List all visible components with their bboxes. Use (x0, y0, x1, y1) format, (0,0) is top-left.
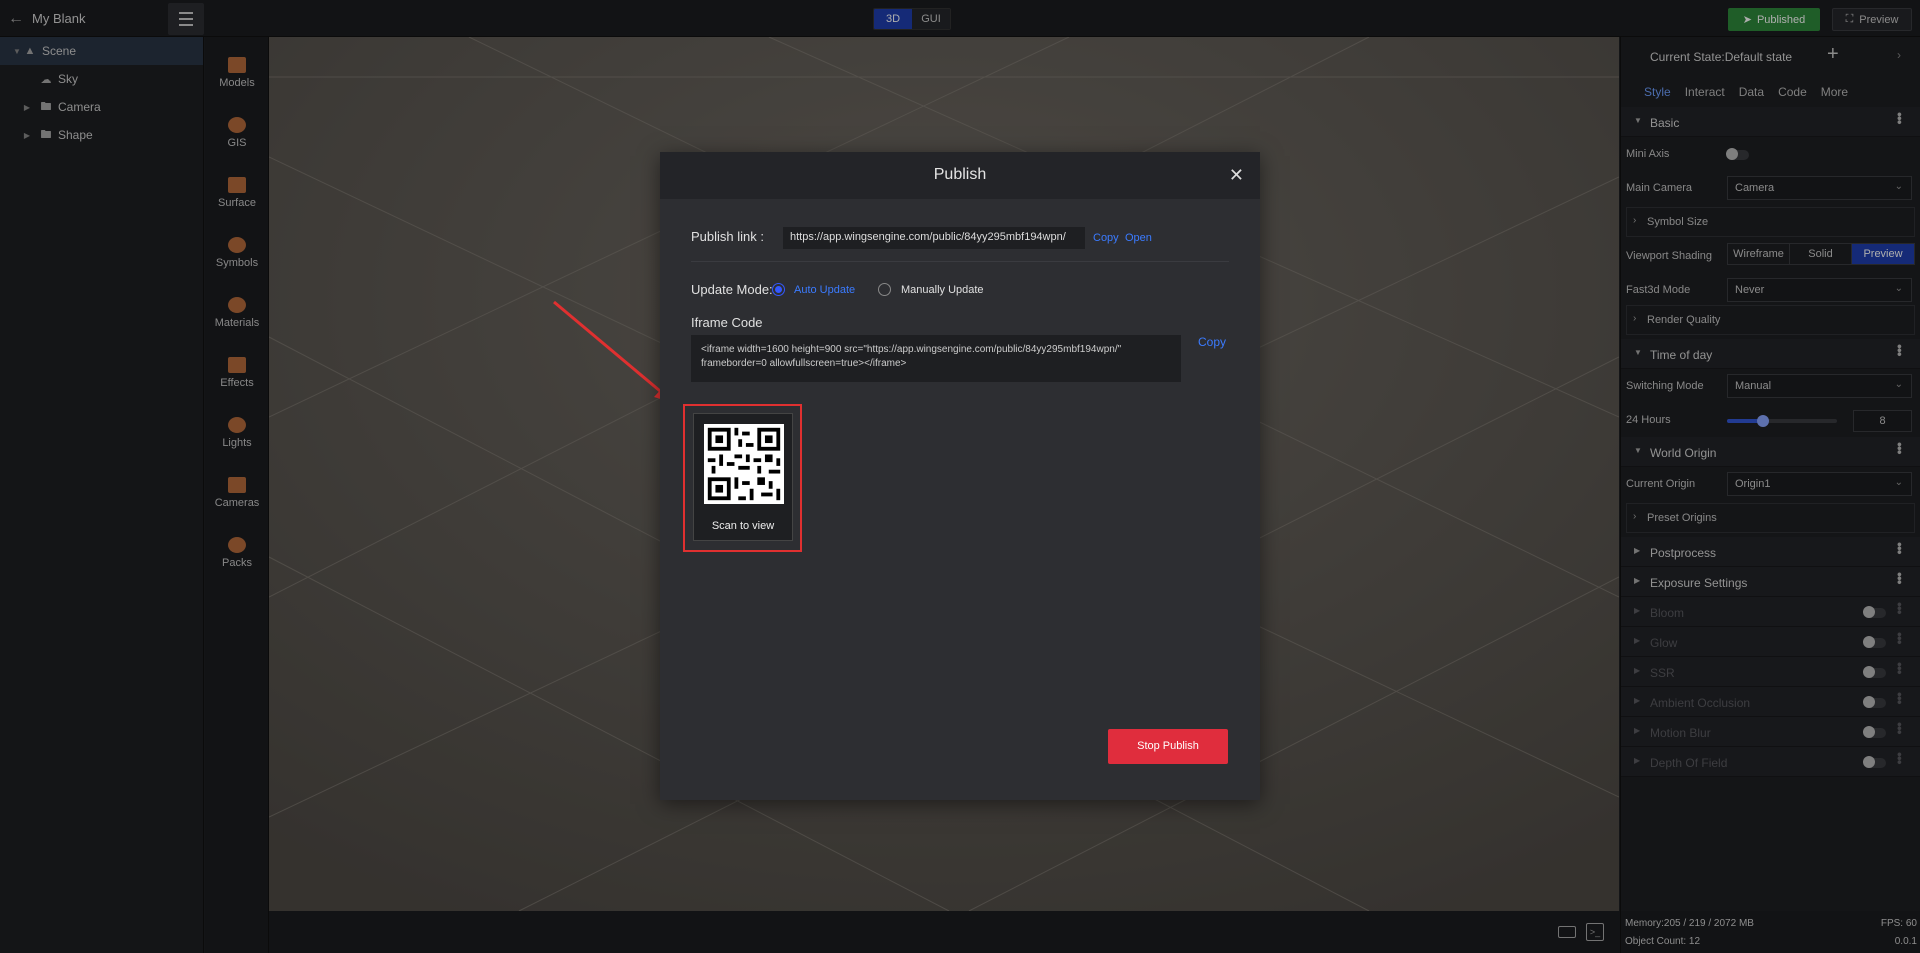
update-mode-label: Update Mode: (691, 282, 773, 297)
publish-link-field[interactable]: https://app.wingsengine.com/public/84yy2… (783, 227, 1085, 249)
copy-link-button[interactable]: Copy (1093, 232, 1119, 244)
iframe-code-label: Iframe Code (691, 315, 763, 330)
qr-highlight-box: Scan to view (683, 404, 802, 552)
divider (691, 261, 1229, 262)
dialog-header: Publish ✕ (660, 152, 1260, 199)
iframe-code-field[interactable]: <iframe width=1600 height=900 src="https… (691, 335, 1181, 382)
stop-publish-button[interactable]: Stop Publish (1108, 729, 1228, 764)
close-icon[interactable]: ✕ (1229, 165, 1244, 186)
qr-code-icon (704, 424, 784, 504)
scan-to-view-label: Scan to view (711, 520, 775, 532)
publish-dialog: Publish ✕ Publish link : https://app.win… (660, 152, 1260, 800)
manual-update-radio[interactable] (878, 283, 891, 296)
open-link-button[interactable]: Open (1125, 232, 1152, 244)
publish-link-label: Publish link : (691, 229, 764, 244)
manual-update-label[interactable]: Manually Update (901, 284, 984, 296)
auto-update-radio[interactable] (772, 283, 785, 296)
dialog-title: Publish (933, 166, 987, 183)
auto-update-label[interactable]: Auto Update (794, 284, 855, 296)
qr-card: Scan to view (693, 413, 793, 541)
copy-iframe-button[interactable]: Copy (1198, 335, 1226, 349)
